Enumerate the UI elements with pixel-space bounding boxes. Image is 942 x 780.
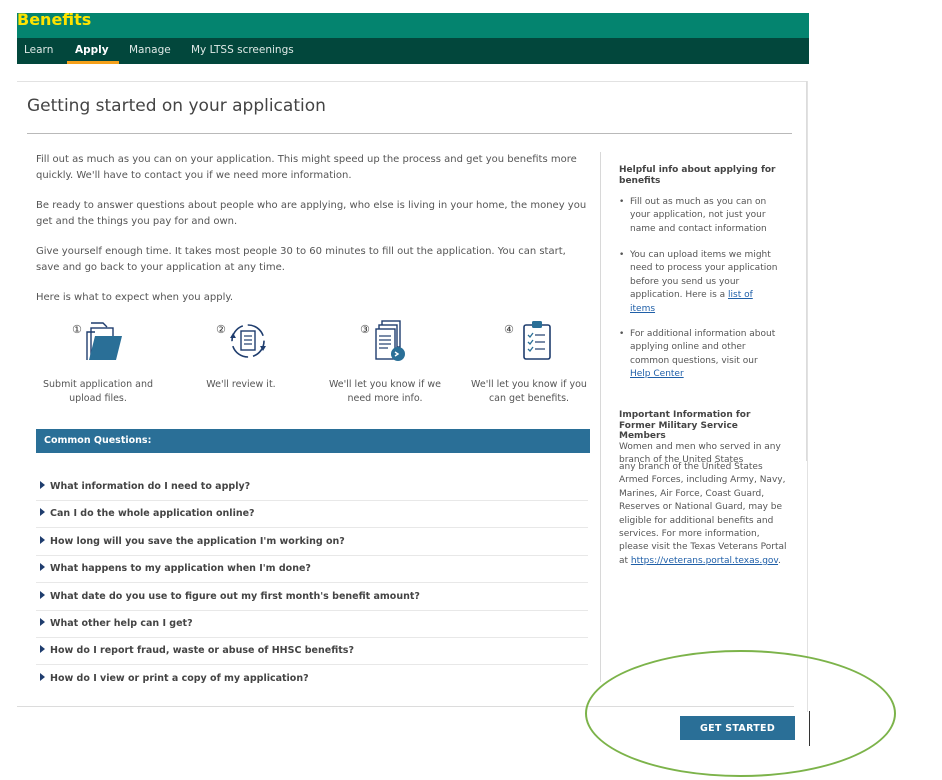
tab-apply[interactable]: Apply xyxy=(67,38,119,64)
folder-icon: ① xyxy=(72,322,122,360)
helpful-info-heading: Helpful info about applying for benefits xyxy=(619,165,776,186)
military-text: any branch of the United States Armed Fo… xyxy=(619,461,787,568)
page-title: Getting started on your application xyxy=(27,96,326,116)
faq-item-other-help[interactable]: What other help can I get? xyxy=(36,610,588,638)
step-4: ④ xyxy=(504,320,554,362)
veterans-portal-link[interactable]: https://veterans.portal.texas.gov xyxy=(631,556,778,566)
tab-manage[interactable]: Manage xyxy=(129,38,171,64)
step-1: ① xyxy=(72,320,122,362)
review-cycle-icon: ② xyxy=(216,323,266,358)
tab-learn[interactable]: Learn xyxy=(24,38,53,64)
step-2-caption: We'll review it. xyxy=(206,379,276,390)
helpful-bullet-2: You can upload items we might need to pr… xyxy=(619,249,778,316)
annotation-highlight-ellipse xyxy=(585,650,896,777)
faq-item-report-fraud[interactable]: How do I report fraud, waste or abuse of… xyxy=(36,637,588,665)
step-2: ② xyxy=(216,320,266,362)
military-period: . xyxy=(778,555,781,566)
step-3: ③ xyxy=(360,320,410,362)
svg-text:③: ③ xyxy=(360,323,370,336)
expand-triangle-icon xyxy=(40,536,45,544)
military-intro: Women and men who served in any branch o… xyxy=(619,442,781,463)
expand-triangle-icon xyxy=(40,563,45,571)
faq-question: What other help can I get? xyxy=(50,618,193,629)
sidebar-divider xyxy=(600,152,601,682)
expand-triangle-icon xyxy=(40,591,45,599)
brand-logo[interactable]: Benefits xyxy=(17,10,91,29)
documents-icon: ③ xyxy=(360,320,405,361)
common-questions-header: Common Questions: xyxy=(36,429,590,453)
helpful-bullet-2-text: You can upload items we might need to pr… xyxy=(630,250,778,301)
svg-text:②: ② xyxy=(216,323,226,336)
expand-triangle-icon xyxy=(40,645,45,653)
intro-paragraph-1: Fill out as much as you can on your appl… xyxy=(36,154,577,181)
step-3-caption: We'll let you know if we need more info. xyxy=(328,379,442,404)
expand-triangle-icon xyxy=(40,508,45,516)
military-intro-clipped: Women and men who served in any branch o… xyxy=(619,441,789,463)
intro-paragraph-4: Here is what to expect when you apply. xyxy=(36,292,234,303)
faq-item-first-month-date[interactable]: What date do you use to figure out my fi… xyxy=(36,583,588,611)
helpful-bullet-3-text: For additional information about applyin… xyxy=(630,329,776,366)
help-center-link[interactable]: Help Center xyxy=(630,369,684,379)
faq-question: What date do you use to figure out my fi… xyxy=(50,591,420,602)
faq-question: How long will you save the application I… xyxy=(50,536,345,547)
brand-bar: Benefits xyxy=(17,10,809,38)
main-nav: Learn Apply Manage My LTSS screenings xyxy=(17,38,809,64)
helpful-bullet-1: Fill out as much as you can on your appl… xyxy=(619,196,778,236)
faq-question: Can I do the whole application online? xyxy=(50,508,255,519)
clipboard-checklist-icon: ④ xyxy=(504,321,551,360)
svg-text:①: ① xyxy=(72,323,82,336)
common-questions-title: Common Questions: xyxy=(44,435,152,446)
step-1-caption: Submit application and upload files. xyxy=(42,379,153,404)
faq-item-view-print[interactable]: How do I view or print a copy of my appl… xyxy=(36,665,588,692)
expand-triangle-icon xyxy=(40,673,45,681)
faq-question: What happens to my application when I'm … xyxy=(50,563,311,574)
expand-triangle-icon xyxy=(40,618,45,626)
title-divider xyxy=(27,133,792,134)
faq-question: What information do I need to apply? xyxy=(50,481,251,492)
military-heading: Important Information for Former Militar… xyxy=(619,410,751,441)
faq-question: How do I report fraud, waste or abuse of… xyxy=(50,645,354,656)
tab-my-ltss-screenings[interactable]: My LTSS screenings xyxy=(191,38,294,64)
svg-text:④: ④ xyxy=(504,323,514,336)
intro-paragraph-3: Give yourself enough time. It takes most… xyxy=(36,246,566,273)
military-body: any branch of the United States Armed Fo… xyxy=(619,462,787,566)
expand-triangle-icon xyxy=(40,481,45,489)
helpful-bullet-3: For additional information about applyin… xyxy=(619,328,778,382)
faq-item-whole-application-online[interactable]: Can I do the whole application online? xyxy=(36,500,588,528)
faq-item-how-long-saved[interactable]: How long will you save the application I… xyxy=(36,528,588,556)
faq-question: How do I view or print a copy of my appl… xyxy=(50,673,309,684)
step-4-caption: We'll let you know if you can get benefi… xyxy=(471,379,587,404)
intro-paragraph-2: Be ready to answer questions about peopl… xyxy=(36,200,587,227)
card-right-edge xyxy=(806,81,807,461)
faq-item-what-happens[interactable]: What happens to my application when I'm … xyxy=(36,555,588,583)
faq-item-what-information[interactable]: What information do I need to apply? xyxy=(36,473,588,501)
